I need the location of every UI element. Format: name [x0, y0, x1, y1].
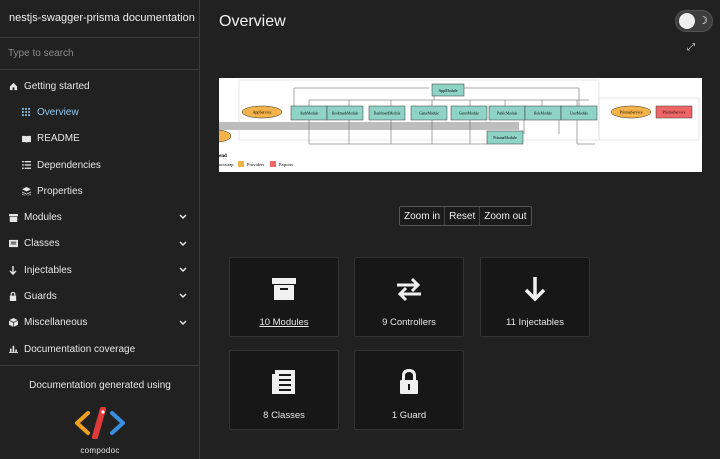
graph-module-label: RoleModule [534, 112, 552, 116]
graph-module-label: BookmarkModule [332, 112, 359, 116]
graph-module-label: GameModule [419, 112, 439, 116]
sidebar-item-guards[interactable]: Guards [0, 283, 199, 309]
zoom-reset-button[interactable]: Reset [445, 207, 481, 225]
graph-module-label: UserModule [570, 112, 588, 116]
home-icon [8, 81, 18, 91]
sidebar-item-label: Getting started [24, 80, 90, 92]
file-icon [8, 239, 18, 249]
sidebar-menu: Getting started Overview README Dependen… [0, 70, 199, 362]
sidebar-item-documentation-coverage[interactable]: Documentation coverage [0, 336, 199, 362]
arrow-down-icon [481, 276, 589, 302]
card-label: 1 Guard [391, 410, 427, 421]
sidebar-item-label: Classes [24, 238, 60, 250]
card-classes[interactable]: 8 Classes [229, 350, 339, 430]
sidebar-item-readme[interactable]: README [0, 126, 199, 152]
sidebar-item-label: Overview [37, 106, 79, 118]
card-controllers[interactable]: 9 Controllers [354, 257, 464, 337]
sidebar-item-classes[interactable]: Classes [0, 231, 199, 257]
archive-icon [230, 276, 338, 302]
generated-by-text: Documentation generated using [29, 380, 171, 391]
sidebar-item-dependencies[interactable]: Dependencies [0, 152, 199, 178]
archive-icon [8, 213, 18, 223]
chevron-down-icon[interactable] [179, 265, 187, 276]
grid-icon [21, 107, 31, 117]
sidebar-item-modules[interactable]: Modules [0, 204, 199, 230]
zoom-in-button[interactable]: Zoom in [400, 207, 446, 225]
sidebar-item-label: Documentation coverage [24, 343, 136, 355]
card-label[interactable]: 10 Modules [230, 317, 338, 328]
graph-module-label: AuthModule [300, 112, 319, 116]
page-title: Overview [219, 13, 286, 30]
dependency-graph[interactable]: AppModule AuthModule BookmarkModule Dashbo… [219, 78, 702, 172]
lock-icon [355, 369, 463, 395]
graph-legend-title: end [219, 154, 227, 159]
sidebar-item-injectables[interactable]: Injectables [0, 257, 199, 283]
sidebar-title[interactable]: nestjs-swagger-prisma documentation [0, 0, 199, 38]
chevron-down-icon[interactable] [179, 212, 187, 223]
graph-legend-exports: Exports [279, 162, 293, 167]
logo-text: compodoc [80, 446, 120, 455]
graph-legend-bootstrap: ootstrap [219, 162, 234, 167]
search-input[interactable] [0, 38, 199, 69]
chevron-down-icon[interactable] [179, 239, 187, 250]
fullscreen-icon[interactable]: ⤢ [687, 42, 695, 53]
graph-module-label: GenreModule [459, 112, 479, 116]
graph-module-label: DashboardModule [374, 112, 401, 116]
card-modules[interactable]: 10 Modules [229, 257, 339, 337]
card-guards[interactable]: 1 Guard [354, 350, 464, 430]
sidebar-item-getting-started[interactable]: Getting started [0, 73, 199, 99]
sidebar-item-label: Modules [24, 212, 62, 224]
dark-mode-toggle[interactable]: ☽ [675, 10, 713, 32]
graph-app-service: AppService [253, 110, 272, 115]
card-label: 11 Injectables [506, 317, 564, 328]
search-box [0, 38, 199, 70]
card-label: 9 Controllers [382, 317, 436, 328]
arrow-down-icon [8, 265, 18, 275]
bar-chart-icon [8, 344, 18, 354]
zoom-out-button[interactable]: Zoom out [480, 207, 531, 225]
chevron-down-icon[interactable] [179, 291, 187, 302]
sidebar-item-label: Properties [37, 185, 83, 197]
sidebar: nestjs-swagger-prisma documentation Gett… [0, 0, 200, 459]
compodoc-logo[interactable]: compodoc [74, 406, 126, 455]
sidebar-item-overview[interactable]: Overview [0, 99, 199, 125]
main-content: Overview ☽ ⤢ AppModule AuthModule Bookma… [201, 0, 720, 459]
sidebar-item-label: Dependencies [37, 159, 101, 171]
sidebar-item-label: Miscellaneous [24, 317, 88, 329]
card-label: 8 Classes [263, 410, 305, 421]
graph-root: AppModule [438, 88, 458, 93]
lock-icon [8, 292, 18, 302]
exchange-icon [355, 276, 463, 302]
graph-export-service: PrismaService [662, 110, 685, 115]
chevron-down-icon[interactable] [179, 318, 187, 329]
moon-icon: ☽ [698, 15, 708, 27]
list-icon [21, 160, 31, 170]
file-text-icon [230, 369, 338, 395]
sidebar-footer: Documentation generated using compodoc [0, 365, 200, 459]
sidebar-item-miscellaneous[interactable]: Miscellaneous [0, 310, 199, 336]
graph-module-label: PublicModule [497, 112, 518, 116]
toggle-knob [679, 13, 695, 29]
app: nestjs-swagger-prisma documentation Gett… [0, 0, 720, 459]
sidebar-item-label: README [37, 133, 80, 145]
book-icon [21, 134, 31, 144]
sidebar-item-label: Injectables [24, 264, 72, 276]
graph-legend-providers: Providers [247, 162, 264, 167]
zoom-controls: Zoom in Reset Zoom out [399, 206, 532, 226]
sidebar-item-properties[interactable]: Properties [0, 178, 199, 204]
cube-icon [8, 318, 18, 328]
stack-icon [21, 186, 31, 196]
graph-prisma-service: PrismaService [619, 110, 642, 115]
card-injectables[interactable]: 11 Injectables [480, 257, 590, 337]
graph-prisma-module: PrismaModule [493, 135, 517, 140]
sidebar-item-label: Guards [24, 291, 57, 303]
